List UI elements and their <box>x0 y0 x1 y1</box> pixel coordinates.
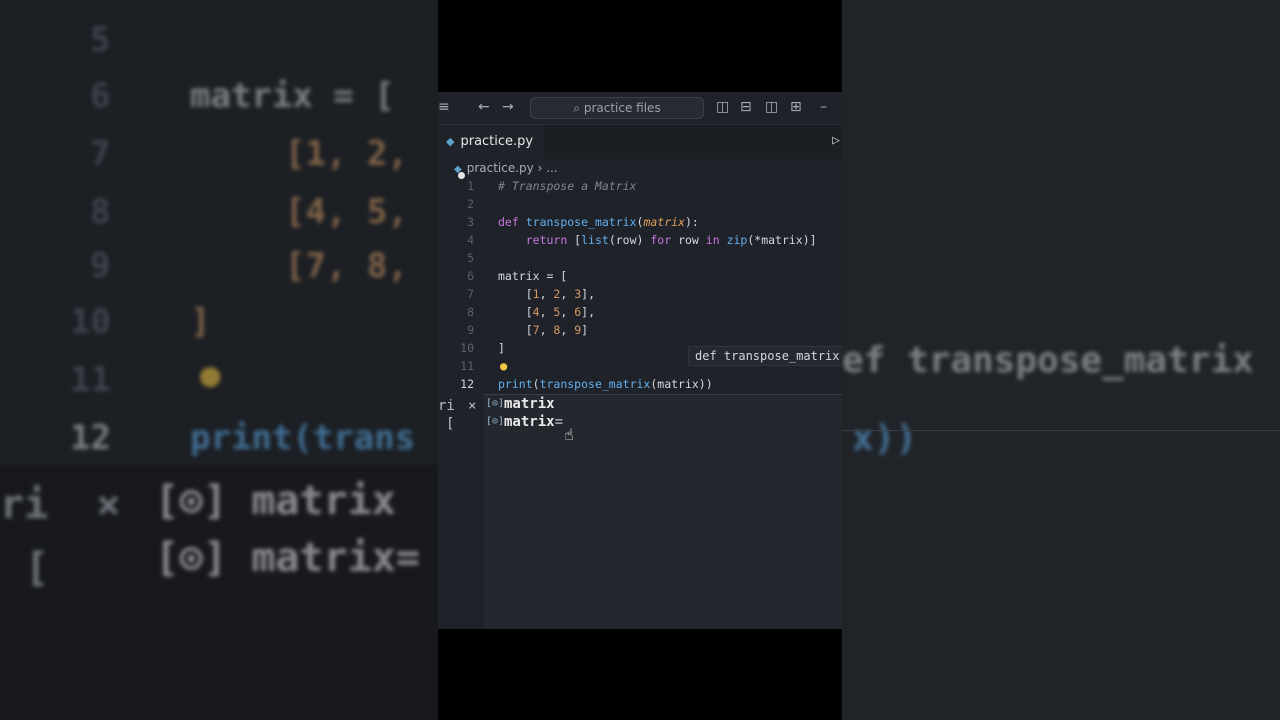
breadcrumb-separator: › <box>533 161 547 175</box>
code-line[interactable]: 7 [1, 2, 3], <box>438 285 842 303</box>
variable-icon: [⊙] <box>486 398 505 409</box>
toggle-secondary-sidebar-icon[interactable]: ◫ <box>765 99 778 115</box>
line-number: 6 <box>467 269 474 283</box>
close-icon[interactable]: × <box>468 398 476 414</box>
customize-layout-icon[interactable]: ⊞ <box>790 99 802 115</box>
code-editor-window: ≡ ← → ⌕ practice files ◫ ⊟ ◫ ⊞ – ◆ practi… <box>438 92 842 629</box>
editor-tab-bar: ◆ practice.py ▷ <box>438 125 842 179</box>
hand-pointer-cursor-icon: ☝ <box>564 425 574 444</box>
back-arrow-icon[interactable]: ← <box>478 99 490 115</box>
line-number: 2 <box>467 197 474 211</box>
left-panel-strip: ri × [ <box>438 394 484 629</box>
code-text: [7, 8, 9] <box>498 323 589 337</box>
suggestion-label: matrix <box>504 414 555 430</box>
line-number: 1 <box>467 179 474 193</box>
line-number: 3 <box>467 215 474 229</box>
variable-icon: [⊙] <box>486 416 505 427</box>
code-text: print(transpose_matrix(matrix)) <box>498 377 713 391</box>
code-line[interactable]: 4 return [list(row) for row in zip(*matr… <box>438 231 842 249</box>
line-number: 11 <box>460 359 474 373</box>
signature-hint: def transpose_matrix <box>688 346 842 366</box>
lightbulb-icon[interactable]: ● <box>500 357 507 375</box>
line-number: 8 <box>467 305 474 319</box>
code-text: def transpose_matrix(matrix): <box>498 215 699 229</box>
line-number: 5 <box>467 251 474 265</box>
bracket-fragment: [ <box>446 416 455 432</box>
toggle-panel-icon[interactable]: ⊟ <box>740 99 752 115</box>
tab-practice-py[interactable]: ◆ practice.py <box>438 125 544 179</box>
python-file-icon: ◆ <box>446 135 455 148</box>
code-text: [4, 5, 6], <box>498 305 596 319</box>
code-text: ] <box>498 341 505 355</box>
code-line[interactable]: 5 <box>438 249 842 267</box>
code-line[interactable]: 12 print(transpose_matrix(matrix)) <box>438 375 842 393</box>
search-placeholder: practice files <box>583 101 661 115</box>
minimize-icon[interactable]: – <box>820 99 827 115</box>
code-text: matrix = [ <box>498 269 568 283</box>
code-line[interactable]: 8 [4, 5, 6], <box>438 303 842 321</box>
search-icon: ⌕ <box>573 101 584 115</box>
line-number: 9 <box>467 323 474 337</box>
code-line[interactable]: 9 [7, 8, 9] <box>438 321 842 339</box>
line-number: 7 <box>467 287 474 301</box>
title-bar: ≡ ← → ⌕ practice files ◫ ⊟ ◫ ⊞ – <box>438 92 842 125</box>
forward-arrow-icon[interactable]: → <box>502 99 514 115</box>
line-number: 10 <box>460 341 474 355</box>
blurred-background-right: ef transpose_matrix x)) <box>842 0 1280 720</box>
suggestion-item[interactable]: [⊙] matrix <box>484 395 842 413</box>
toggle-sidebar-icon[interactable]: ◫ <box>716 99 729 115</box>
breadcrumb-more[interactable]: ... <box>546 161 557 175</box>
code-text: [1, 2, 3], <box>498 287 596 301</box>
suggestion-widget: [⊙] matrix [⊙] matrix= <box>484 394 842 629</box>
suggestion-label: matrix <box>504 396 555 412</box>
line-number: 4 <box>467 233 474 247</box>
breadcrumb-file[interactable]: practice.py <box>467 161 534 175</box>
line-number: 12 <box>460 377 474 391</box>
code-line[interactable]: 6 matrix = [ <box>438 267 842 285</box>
suggestion-item[interactable]: [⊙] matrix= <box>484 413 842 431</box>
code-line[interactable]: 2 <box>438 195 842 213</box>
code-text: # Transpose a Matrix <box>498 179 637 193</box>
suggestion-suffix: = <box>554 414 564 430</box>
panel-text-fragment: ri <box>438 398 455 414</box>
code-text: return [list(row) for row in zip(*matrix… <box>525 233 817 247</box>
menu-icon[interactable]: ≡ <box>438 99 450 115</box>
run-icon[interactable]: ▷ <box>832 133 840 148</box>
command-search-box[interactable]: ⌕ practice files <box>530 97 704 119</box>
blurred-background-left: 5 6 matrix = [ 7 [1, 2, 8 [4, 5, 9 [7, 8… <box>0 0 438 720</box>
breadcrumb: ◆practice.py › ... <box>438 159 842 177</box>
code-line[interactable]: 3 def transpose_matrix(matrix): <box>438 213 842 231</box>
code-line[interactable]: 1 # Transpose a Matrix <box>438 177 842 195</box>
tab-label: practice.py <box>460 134 534 149</box>
